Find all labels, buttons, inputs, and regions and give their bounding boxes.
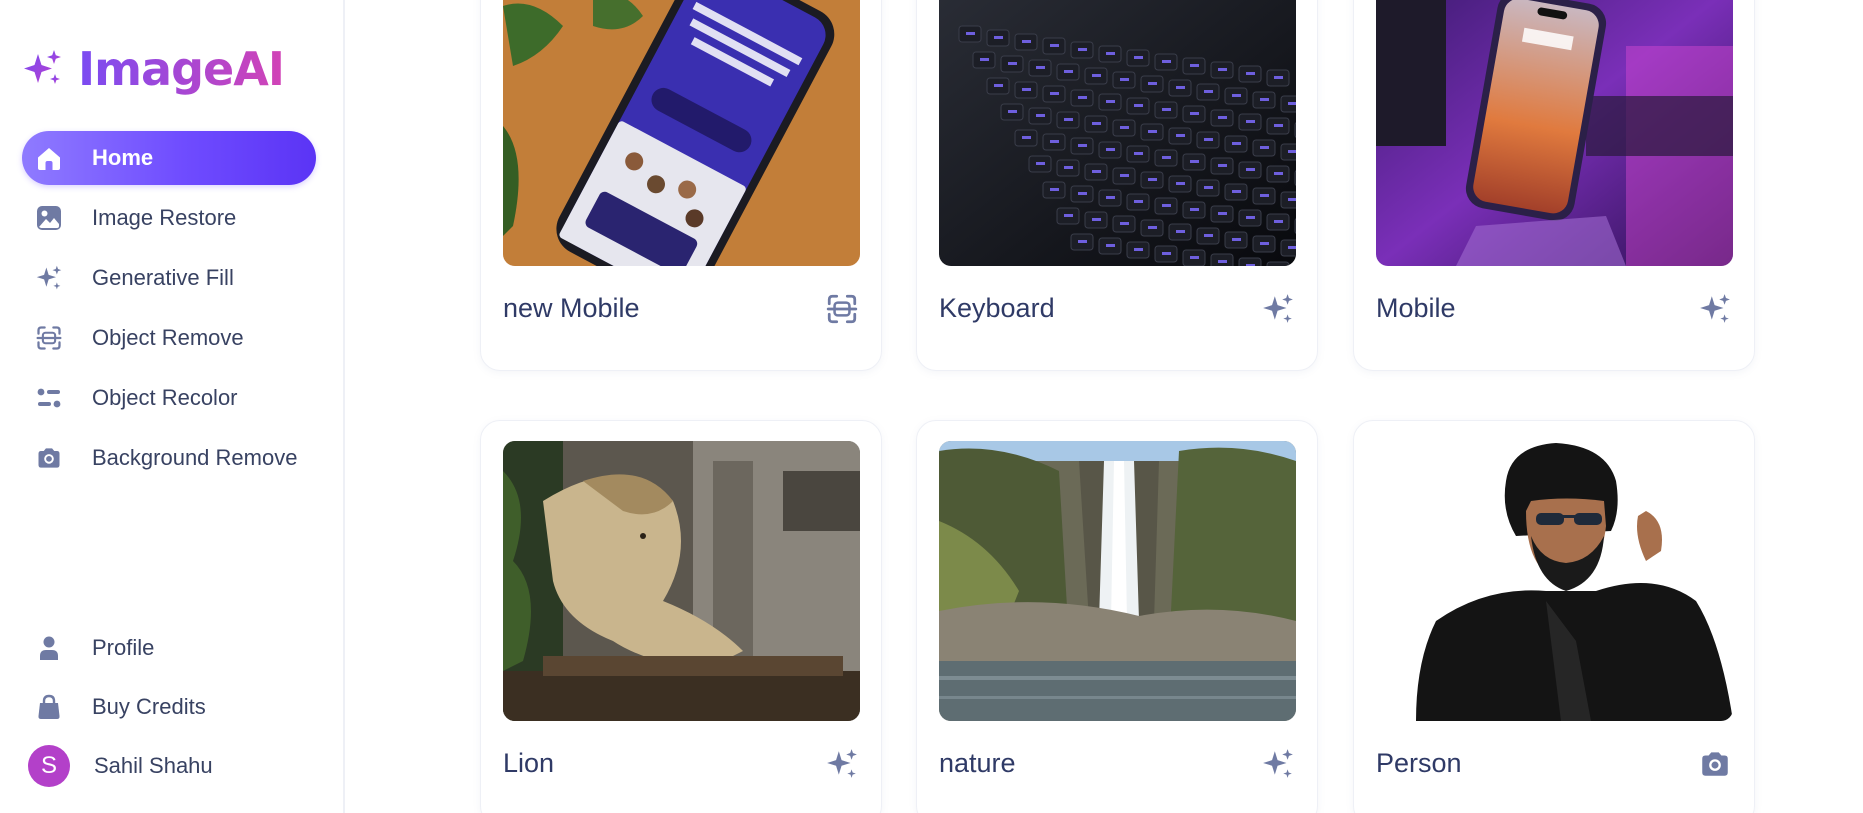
app-name: ImageAI [78,42,285,96]
sparkles-icon[interactable] [825,747,859,781]
nav-label: Object Recolor [92,385,238,410]
logo-sparkles-icon [24,50,61,84]
sparkles-icon[interactable] [1261,747,1295,781]
gallery-card[interactable]: Keyboard [916,0,1318,371]
nav-label: Buy Credits [92,694,206,719]
gallery-card[interactable]: Person [1353,420,1755,813]
nav-item-buy-credits[interactable]: Buy Credits [22,680,316,734]
nav-label: Object Remove [92,325,244,350]
camera-icon [34,443,64,473]
card-title: new Mobile [503,293,640,323]
sparkles-icon[interactable] [1261,292,1295,326]
user-profile[interactable]: S Sahil Shahu [22,739,316,793]
person-photo[interactable] [1376,441,1733,721]
phone-on-desk-photo[interactable] [503,0,860,266]
home-icon [34,143,64,173]
account-nav: Profile Buy Credits S Sahil Shahu [22,621,316,793]
nav-item-object-remove[interactable]: Object Remove [22,311,316,365]
gallery: new Mobile Keyboard Mobile Lion nature P… [345,0,1863,813]
gallery-card[interactable]: Mobile [1353,0,1755,371]
card-title: Mobile [1376,293,1456,323]
sidebar: ImageAI Home Image Restore Generative Fi… [0,0,345,813]
user-icon [34,633,64,663]
nav-item-background-remove[interactable]: Background Remove [22,431,316,485]
sparkles-icon [34,263,64,293]
gallery-card[interactable]: new Mobile [480,0,882,371]
image-icon [34,203,64,233]
nav-label: Background Remove [92,445,298,470]
nav-item-object-recolor[interactable]: Object Recolor [22,371,316,425]
keyboard-photo[interactable] [939,0,1296,266]
logo[interactable]: ImageAI [22,42,285,96]
sparkles-icon[interactable] [1698,292,1732,326]
nav-item-generative-fill[interactable]: Generative Fill [22,251,316,305]
nav-item-image-restore[interactable]: Image Restore [22,191,316,245]
card-title: nature [939,748,1016,778]
avatar[interactable]: S [28,745,70,787]
nav-item-home[interactable]: Home [22,131,316,185]
filter-icon [34,383,64,413]
main-nav: Home Image Restore Generative Fill Objec… [22,131,316,491]
nav-label: Image Restore [92,205,237,230]
gallery-card[interactable]: Lion [480,420,882,813]
scan-icon[interactable] [825,292,859,326]
nav-item-profile[interactable]: Profile [22,621,316,675]
card-title: Person [1376,748,1462,778]
scan-icon [34,323,64,353]
bag-icon [34,692,64,722]
card-title: Keyboard [939,293,1055,323]
user-name: Sahil Shahu [94,753,213,778]
card-title: Lion [503,748,555,778]
phone-on-stand-photo[interactable] [1376,0,1733,266]
nav-label: Generative Fill [92,265,234,290]
nav-label: Home [92,145,154,170]
gallery-card[interactable]: nature [916,420,1318,813]
camera-icon[interactable] [1698,747,1732,781]
waterfall-photo[interactable] [939,441,1296,721]
lion-photo[interactable] [503,441,860,721]
nav-label: Profile [92,635,155,660]
